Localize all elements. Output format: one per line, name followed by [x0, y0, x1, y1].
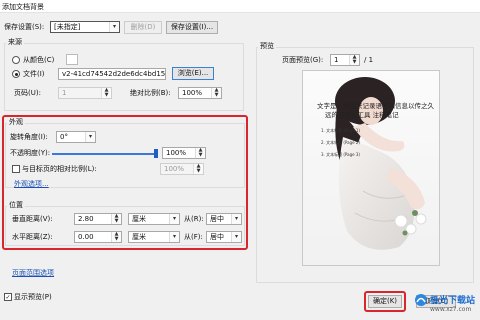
preview-page-total: / 1 — [364, 56, 374, 64]
preview-group-label: 预览 — [258, 42, 276, 51]
spinner-icon: ▲ ▼ — [101, 88, 111, 98]
preview-line-2: 2. 文本标题 (Page 2) — [321, 140, 360, 145]
site-watermark: 极光下载站 www.xz7.com — [414, 291, 478, 317]
window-title: 添加文档背景 — [2, 3, 44, 11]
highlight-box — [2, 115, 248, 250]
preview-line-3: 3. 文本标题 (Page 3) — [321, 152, 360, 157]
preview-page-label: 页面预览(G): — [282, 56, 324, 64]
spinner-icon: ▲ ▼ — [349, 55, 359, 65]
spinner-icon: ▲ ▼ — [211, 88, 221, 98]
page-number-label: 页码(U): — [14, 89, 41, 97]
chevron-down-icon: ▾ — [109, 22, 119, 32]
title-bar: 添加文档背景 — [0, 0, 480, 13]
color-swatch[interactable] — [66, 54, 78, 65]
preview-page: 文字是人类用来记录语言和信息以传之久 远的方式和工具 注释笔记 1. 文本标题 … — [302, 70, 440, 266]
page-number-value: 1 — [62, 89, 67, 97]
from-color-radio[interactable] — [12, 56, 20, 64]
preview-page-field[interactable]: 1 ▲ ▼ — [330, 54, 360, 66]
file-label: 文件(I) — [23, 70, 45, 78]
watermark-url: www.xz7.com — [430, 306, 472, 313]
file-path-value: v2-41cd74542d2de6dc4bd15007be — [62, 70, 166, 78]
saved-settings-label: 保存设置(S): — [4, 23, 45, 31]
ok-highlight-box — [364, 291, 406, 312]
preview-heading-line1: 文字是人类用来记录语言和信息以传之久 — [317, 102, 434, 110]
absolute-scale-field[interactable]: 100% ▲ ▼ — [178, 87, 222, 99]
file-path-field[interactable]: v2-41cd74542d2de6dc4bd15007be — [58, 68, 166, 80]
from-color-label: 从颜色(C) — [23, 56, 55, 64]
saved-settings-value: [未指定] — [54, 23, 81, 31]
source-group-label: 来源 — [6, 38, 24, 47]
save-settings-button[interactable]: 保存设置(I)... — [166, 21, 218, 34]
add-background-dialog: 保存设置(S): [未指定] ▾ 删除(D) 保存设置(I)... 来源 从颜色… — [0, 13, 480, 320]
absolute-scale-label: 绝对比例(B): — [130, 89, 171, 97]
delete-button[interactable]: 删除(D) — [124, 21, 162, 34]
absolute-scale-value: 100% — [182, 89, 203, 97]
show-preview-checkbox[interactable]: ✓ — [4, 293, 12, 301]
preview-page-value: 1 — [334, 56, 339, 64]
show-preview-label: 显示预览(P) — [14, 293, 52, 301]
aurora-logo-icon — [415, 294, 427, 306]
saved-settings-select[interactable]: [未指定] ▾ — [50, 21, 120, 33]
watermark-text: 极光下载站 — [430, 296, 476, 306]
file-radio[interactable] — [12, 70, 20, 78]
page-range-options-link[interactable]: 页面范围选项 — [12, 268, 54, 278]
background-photo — [303, 71, 439, 265]
page-number-field[interactable]: 1 ▲ ▼ — [58, 87, 112, 99]
browse-button[interactable]: 浏览(E)... — [172, 67, 214, 80]
preview-heading-line2: 远的方式和工具 注释笔记 — [325, 111, 399, 119]
preview-line-1: 1. 文本标题 (Page 1) — [321, 128, 360, 133]
